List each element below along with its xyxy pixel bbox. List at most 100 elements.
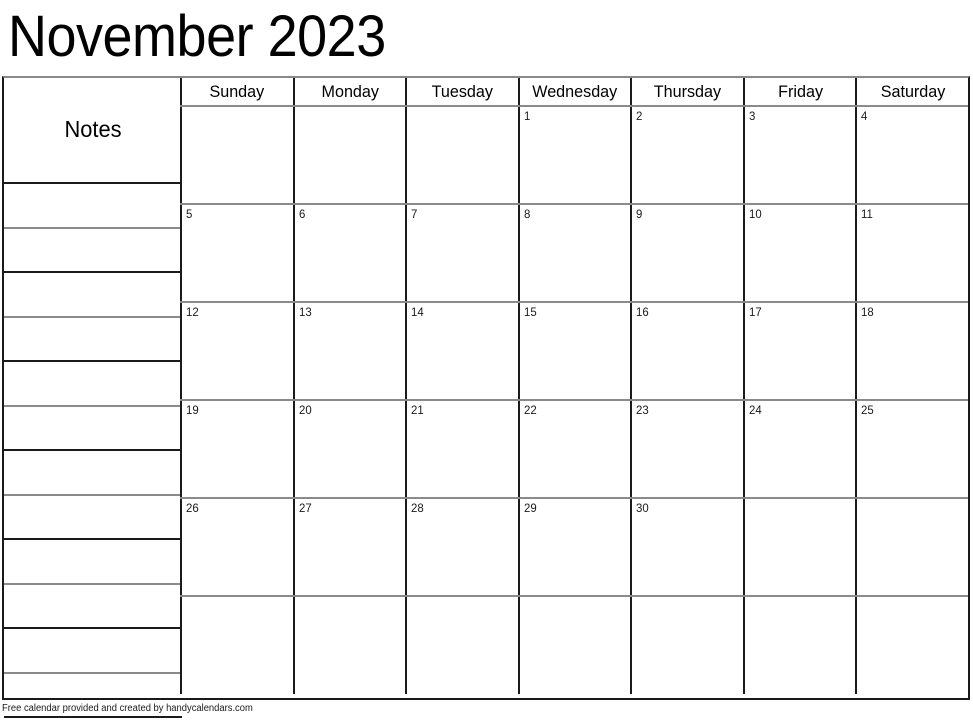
day-cell-4[interactable]: 4 bbox=[855, 107, 969, 203]
weekday-label: Thursday bbox=[653, 82, 722, 101]
day-cell-21[interactable]: 21 bbox=[405, 401, 518, 497]
calendar-grid: Notes Sunday Monday Tuesday Wednesday Thursd… bbox=[2, 76, 970, 718]
day-cell-18[interactable]: 18 bbox=[855, 303, 969, 399]
day-cell-10[interactable]: 10 bbox=[742, 205, 856, 301]
weekday-label: Wednesday bbox=[532, 82, 618, 101]
day-cell-9[interactable]: 9 bbox=[630, 205, 743, 301]
day-cell-empty[interactable] bbox=[855, 499, 969, 595]
day-cell-23[interactable]: 23 bbox=[630, 401, 743, 497]
notes-line[interactable] bbox=[4, 449, 182, 451]
day-number: 17 bbox=[748, 305, 762, 319]
day-number: 6 bbox=[298, 207, 305, 221]
day-number: 2 bbox=[636, 109, 643, 123]
notes-panel[interactable]: Notes bbox=[2, 76, 182, 718]
day-cell-8[interactable]: 8 bbox=[517, 205, 631, 301]
day-cell-1[interactable]: 1 bbox=[517, 107, 631, 203]
notes-line[interactable] bbox=[4, 716, 182, 718]
week-row bbox=[180, 597, 969, 694]
day-cell-16[interactable]: 16 bbox=[630, 303, 743, 399]
day-cell-7[interactable]: 7 bbox=[405, 205, 518, 301]
day-number: 28 bbox=[411, 501, 424, 515]
notes-line[interactable] bbox=[4, 182, 182, 184]
day-number: 30 bbox=[636, 501, 650, 515]
weekday-label: Friday bbox=[777, 82, 823, 101]
notes-line[interactable] bbox=[4, 316, 182, 318]
day-cell-empty[interactable] bbox=[630, 597, 743, 694]
weekday-label: Sunday bbox=[209, 82, 265, 101]
day-number: 5 bbox=[186, 207, 193, 221]
day-cell-22[interactable]: 22 bbox=[517, 401, 631, 497]
day-number: 24 bbox=[748, 403, 762, 417]
day-cell-11[interactable]: 11 bbox=[855, 205, 969, 301]
day-number: 20 bbox=[298, 403, 312, 417]
day-number: 11 bbox=[861, 207, 874, 221]
day-cell-3[interactable]: 3 bbox=[742, 107, 856, 203]
day-cell-13[interactable]: 13 bbox=[292, 303, 406, 399]
day-number: 14 bbox=[411, 305, 424, 319]
day-cell-empty[interactable] bbox=[742, 597, 856, 694]
day-cell-empty[interactable] bbox=[517, 597, 631, 694]
day-cell-empty[interactable] bbox=[855, 597, 969, 694]
day-number: 9 bbox=[636, 207, 643, 221]
footer-credit: Free calendar provided and created by ha… bbox=[2, 703, 253, 714]
day-cell-6[interactable]: 6 bbox=[292, 205, 406, 301]
weekday-label: Tuesday bbox=[431, 82, 494, 101]
notes-line[interactable] bbox=[4, 672, 182, 674]
day-cell-empty[interactable] bbox=[405, 597, 518, 694]
day-number: 27 bbox=[298, 501, 312, 515]
week-row: 26 27 28 29 30 bbox=[180, 499, 969, 597]
notes-line[interactable] bbox=[4, 271, 182, 273]
day-cell-25[interactable]: 25 bbox=[855, 401, 969, 497]
notes-line[interactable] bbox=[4, 538, 182, 540]
notes-line[interactable] bbox=[4, 360, 182, 362]
weekday-header-sunday: Sunday bbox=[180, 78, 293, 105]
notes-line[interactable] bbox=[4, 405, 182, 407]
day-cell-empty[interactable] bbox=[405, 107, 518, 203]
notes-line[interactable] bbox=[4, 627, 182, 629]
day-cell-2[interactable]: 2 bbox=[630, 107, 743, 203]
day-cell-12[interactable]: 12 bbox=[180, 303, 293, 399]
day-cell-14[interactable]: 14 bbox=[405, 303, 518, 399]
day-number: 10 bbox=[748, 207, 762, 221]
day-cell-empty[interactable] bbox=[742, 499, 856, 595]
day-cell-empty[interactable] bbox=[292, 597, 406, 694]
weekday-label: Saturday bbox=[880, 82, 946, 101]
day-cell-30[interactable]: 30 bbox=[630, 499, 743, 595]
notes-line[interactable] bbox=[4, 494, 182, 496]
week-grid: Sunday Monday Tuesday Wednesday Thursday Frid… bbox=[180, 76, 970, 700]
day-number: 29 bbox=[523, 501, 537, 515]
notes-title: Notes bbox=[64, 116, 122, 142]
day-number: 23 bbox=[636, 403, 650, 417]
page-title: November 2023 bbox=[8, 4, 386, 69]
day-cell-26[interactable]: 26 bbox=[180, 499, 293, 595]
notes-line[interactable] bbox=[4, 583, 182, 585]
notes-line[interactable] bbox=[4, 227, 182, 229]
day-cell-empty[interactable] bbox=[292, 107, 406, 203]
day-cell-19[interactable]: 19 bbox=[180, 401, 293, 497]
day-number: 12 bbox=[186, 305, 199, 319]
day-cell-27[interactable]: 27 bbox=[292, 499, 406, 595]
day-cell-17[interactable]: 17 bbox=[742, 303, 856, 399]
day-number: 26 bbox=[186, 501, 199, 515]
weekday-label: Monday bbox=[321, 82, 379, 101]
weekday-header-saturday: Saturday bbox=[855, 78, 968, 105]
day-cell-empty[interactable] bbox=[180, 597, 293, 694]
day-number: 25 bbox=[861, 403, 875, 417]
week-row: 5 6 7 8 9 10 11 bbox=[180, 205, 969, 303]
day-number: 1 bbox=[523, 109, 531, 123]
day-cell-24[interactable]: 24 bbox=[742, 401, 856, 497]
day-number: 13 bbox=[298, 305, 312, 319]
day-cell-29[interactable]: 29 bbox=[517, 499, 631, 595]
day-number: 21 bbox=[411, 403, 424, 417]
day-cell-empty[interactable] bbox=[180, 107, 293, 203]
day-cell-20[interactable]: 20 bbox=[292, 401, 406, 497]
day-cell-28[interactable]: 28 bbox=[405, 499, 518, 595]
week-row: 1 2 3 4 bbox=[180, 107, 969, 205]
day-number: 3 bbox=[748, 109, 756, 123]
day-cell-5[interactable]: 5 bbox=[180, 205, 293, 301]
day-cell-15[interactable]: 15 bbox=[517, 303, 631, 399]
weekday-header-row: Sunday Monday Tuesday Wednesday Thursday Frid… bbox=[180, 78, 968, 107]
weekday-header-wednesday: Wednesday bbox=[517, 78, 631, 105]
day-number: 22 bbox=[523, 403, 537, 417]
weekday-header-monday: Monday bbox=[292, 78, 406, 105]
